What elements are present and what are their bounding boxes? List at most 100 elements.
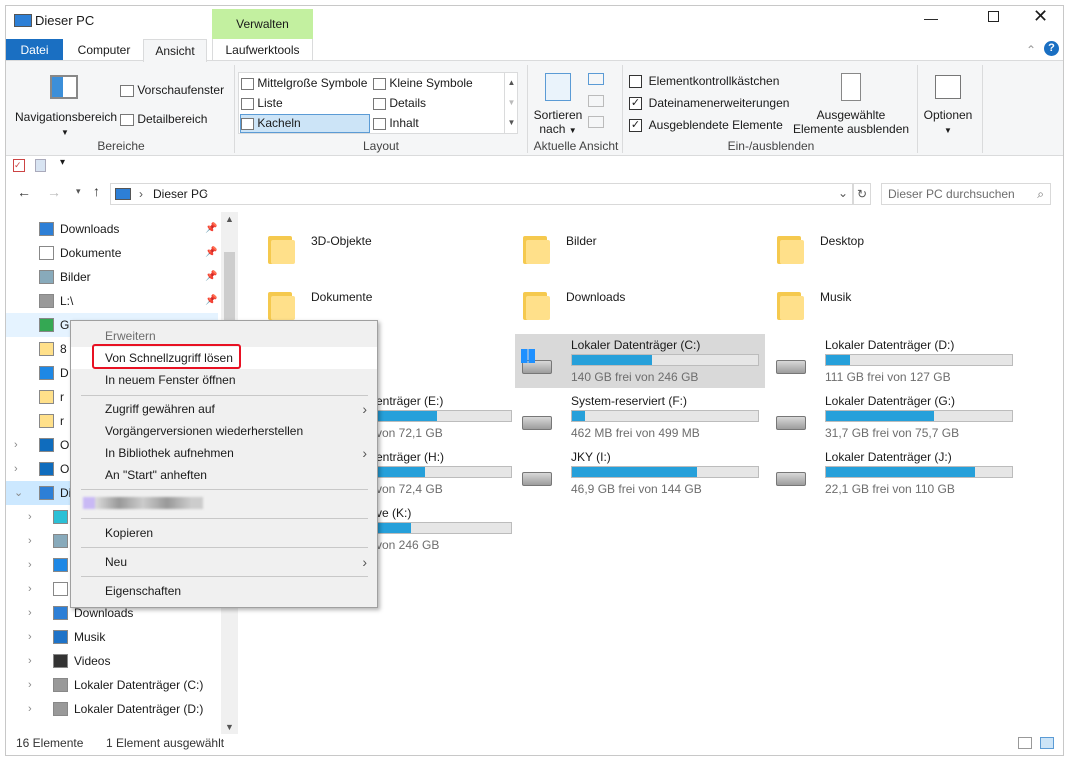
tiles-view-icon[interactable] (1040, 737, 1054, 749)
chevron-right-icon[interactable]: › (28, 625, 32, 649)
nav-item[interactable]: › Videos (6, 649, 218, 673)
menu-item-new-window[interactable]: In neuem Fenster öffnen (71, 369, 377, 391)
checkbox-hidden-items[interactable]: ✓ Ausgeblendete Elemente (629, 118, 783, 133)
nav-item[interactable]: › Lokaler Datenträger (D:) (6, 697, 218, 721)
search-input[interactable]: Dieser PC durchsuchen ⌕ (881, 183, 1051, 205)
checkbox[interactable] (629, 75, 642, 89)
menu-item-restore-versions[interactable]: Vorgängerversionen wiederherstellen (71, 420, 377, 442)
checkbox-item-checkboxes[interactable]: Elementkontrollkästchen (629, 74, 779, 89)
drive-name: Lokaler Datenträger (C:) (571, 338, 701, 352)
chevron-right-icon[interactable]: › (28, 529, 32, 553)
drive-free-space: 462 MB frei von 499 MB (571, 426, 700, 440)
layout-tiles[interactable]: Kacheln (240, 114, 370, 133)
address-history-icon[interactable]: ⌄ (838, 186, 848, 200)
drive-tile[interactable]: Lokaler Datenträger (G:) 31,7 GB frei von… (769, 390, 1019, 444)
chevron-down-icon[interactable]: ⌄ (14, 481, 23, 505)
checkbox-checked[interactable]: ✓ (629, 97, 642, 111)
drive-tile[interactable]: Lokaler Datenträger (C:) 140 GB frei von … (515, 334, 765, 388)
layout-content[interactable]: Inhalt (373, 114, 419, 133)
drive-tile[interactable]: Lokaler Datenträger (J:) 22,1 GB frei von… (769, 446, 1019, 500)
folder-tile[interactable]: Desktop (777, 230, 997, 278)
chevron-right-icon[interactable]: › (28, 673, 32, 697)
menu-item-unpin-quick-access[interactable]: Von Schnellzugriff lösen (71, 344, 377, 369)
pin-icon[interactable]: 📌 (205, 289, 217, 313)
preview-pane-button[interactable]: Vorschaufenster (120, 83, 224, 97)
pin-icon[interactable]: 📌 (205, 265, 217, 289)
menu-item-copy[interactable]: Kopieren (71, 522, 377, 544)
nav-item[interactable]: Dokumente 📌 (6, 241, 218, 265)
menu-item-properties[interactable]: Eigenschaften (71, 580, 377, 602)
nav-item[interactable]: Downloads 📌 (6, 217, 218, 241)
options-button[interactable]: Optionen ▼ (918, 108, 978, 138)
checkbox-checked[interactable]: ✓ (629, 119, 642, 133)
tab-ansicht[interactable]: Ansicht (143, 39, 207, 62)
chevron-right-icon[interactable]: › (28, 601, 32, 625)
chevron-right-icon[interactable]: › (204, 187, 208, 201)
up-button[interactable]: ↑ (93, 183, 100, 199)
menu-item-blurred[interactable] (71, 492, 377, 514)
size-columns-icon[interactable] (588, 116, 604, 128)
chevron-right-icon[interactable]: › (14, 433, 18, 457)
folder-tile[interactable]: 3D-Objekte (268, 230, 488, 278)
qat-customize-icon[interactable]: ▾ (60, 157, 65, 168)
drive-tile[interactable]: Lokaler Datenträger (D:) 111 GB frei von … (769, 334, 1019, 388)
group-by-icon[interactable] (588, 73, 604, 85)
refresh-button[interactable]: ↻ (853, 183, 871, 205)
properties-qat-icon[interactable]: ✓ (13, 159, 25, 172)
nav-item-label: G (60, 318, 70, 332)
chevron-right-icon[interactable]: › (28, 553, 32, 577)
drive-tile[interactable]: System-reserviert (F:) 462 MB frei von 49… (515, 390, 765, 444)
recent-dropdown[interactable]: ▾ (76, 186, 81, 197)
menu-item-new[interactable]: Neu › (71, 551, 377, 573)
pin-icon[interactable]: 📌 (205, 241, 217, 265)
desktop-icon (53, 558, 68, 572)
chevron-right-icon[interactable]: › (14, 457, 18, 481)
drive-tile[interactable]: JKY (I:) 46,9 GB frei von 144 GB (515, 446, 765, 500)
folder-name: 3D-Objekte (311, 234, 372, 248)
chevron-right-icon[interactable]: › (28, 649, 32, 673)
maximize-button[interactable] (988, 11, 999, 22)
forward-button[interactable]: → (47, 184, 61, 200)
tab-laufwerktools[interactable]: Laufwerktools (212, 39, 313, 61)
chevron-right-icon[interactable]: › (28, 697, 32, 721)
nav-item[interactable]: L:\ 📌 (6, 289, 218, 313)
menu-item-pin-start[interactable]: An "Start" anheften (71, 464, 377, 486)
add-columns-icon[interactable] (588, 95, 604, 107)
layout-medium-icons[interactable]: Mittelgroße Symbole (241, 74, 369, 93)
address-bar[interactable]: › Dieser PC › ⌄ (110, 183, 853, 205)
drive-name: Lokaler Datenträger (D:) (825, 338, 955, 352)
pin-icon[interactable]: 📌 (205, 217, 217, 241)
sort-button[interactable]: Sortieren nach ▼ (532, 108, 584, 138)
layout-details[interactable]: Details (373, 94, 426, 113)
chevron-right-icon[interactable]: › (139, 187, 143, 201)
chevron-right-icon[interactable]: › (28, 577, 32, 601)
gallery-scroll[interactable]: ▲ ▼ ▼ (504, 73, 518, 133)
help-icon[interactable]: ? (1044, 41, 1059, 56)
details-view-icon[interactable] (1018, 737, 1032, 749)
layout-small-icons[interactable]: Kleine Symbole (373, 74, 473, 93)
layout-list[interactable]: Liste (241, 94, 283, 113)
hide-selected-button[interactable]: Ausgewählte Elemente ausblenden (792, 108, 910, 136)
nav-item[interactable]: › Lokaler Datenträger (C:) (6, 673, 218, 697)
tab-datei[interactable]: Datei (6, 39, 63, 61)
new-folder-qat-icon[interactable] (35, 159, 46, 172)
collapse-ribbon-icon[interactable]: ⌃ (1026, 43, 1036, 57)
navigation-pane-button[interactable]: Navigationsbereich ▼ (15, 110, 117, 138)
back-button[interactable]: ← (17, 184, 31, 200)
chevron-right-icon[interactable]: › (28, 505, 32, 529)
menu-item-share[interactable]: Zugriff gewähren auf › (71, 398, 377, 420)
folder-tile[interactable]: Musik (777, 286, 997, 334)
menu-item-library[interactable]: In Bibliothek aufnehmen › (71, 442, 377, 464)
context-menu: Erweitern Von Schnellzugriff lösen In ne… (70, 320, 378, 608)
nav-item[interactable]: Bilder 📌 (6, 265, 218, 289)
folder-tile[interactable]: Bilder (523, 230, 743, 278)
minimize-button[interactable]: — (924, 10, 938, 26)
drive-free-space: 46,9 GB frei von 144 GB (571, 482, 702, 496)
tab-computer[interactable]: Computer (66, 39, 142, 61)
close-button[interactable]: ✕ (1033, 6, 1048, 27)
checkbox-file-extensions[interactable]: ✓ Dateinamenerweiterungen (629, 96, 789, 111)
details-pane-button[interactable]: Detailbereich (120, 112, 207, 126)
breadcrumb[interactable]: Dieser PC (153, 187, 208, 201)
folder-tile[interactable]: Downloads (523, 286, 743, 334)
nav-item[interactable]: › Musik (6, 625, 218, 649)
